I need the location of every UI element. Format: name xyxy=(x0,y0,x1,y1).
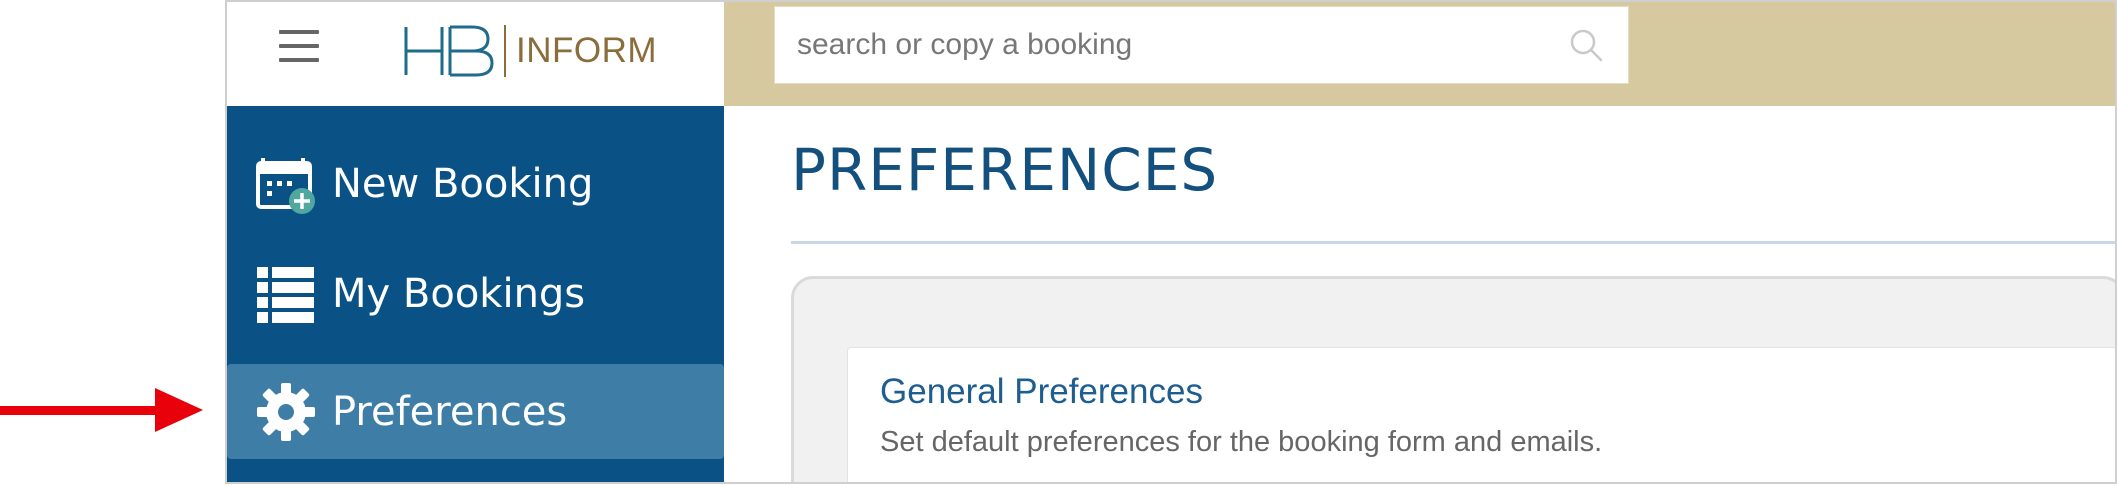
sidebar-item-label: New Booking xyxy=(332,160,594,207)
search-icon[interactable] xyxy=(1568,27,1604,63)
sidebar-item-label: Preferences xyxy=(332,388,568,435)
card-title[interactable]: General Preferences xyxy=(880,372,1203,412)
logo[interactable]: INFORM xyxy=(402,22,657,80)
search-box xyxy=(774,6,1629,84)
sidebar-item-new-booking[interactable]: New Booking xyxy=(227,136,724,231)
card-description: Set default preferences for the booking … xyxy=(880,426,1603,458)
general-preferences-card[interactable]: General Preferences Set default preferen… xyxy=(847,347,2115,482)
logo-text: INFORM xyxy=(516,31,658,70)
logo-divider xyxy=(504,25,506,77)
sidebar-item-label: My Bookings xyxy=(332,270,586,317)
title-divider xyxy=(791,241,2115,244)
annotation-arrow xyxy=(0,388,203,432)
sidebar: New Booking My Bookings Preferences xyxy=(227,106,724,482)
preferences-panel: General Preferences Set default preferen… xyxy=(791,276,2115,482)
sidebar-item-preferences[interactable]: Preferences xyxy=(227,364,724,459)
calendar-add-icon xyxy=(256,157,315,214)
hb-logo-mark xyxy=(404,25,494,77)
search-input[interactable] xyxy=(775,7,1555,83)
app-window: INFORM N xyxy=(225,0,2117,484)
hamburger-icon[interactable] xyxy=(279,30,319,64)
gear-icon xyxy=(257,382,315,441)
header-brand-area: INFORM xyxy=(227,2,724,106)
header-bar xyxy=(724,2,2115,106)
main-content: PREFERENCES General Preferences Set defa… xyxy=(724,106,2115,482)
sidebar-item-my-bookings[interactable]: My Bookings xyxy=(227,246,724,341)
page-title: PREFERENCES xyxy=(791,136,1219,204)
list-icon xyxy=(257,266,314,323)
